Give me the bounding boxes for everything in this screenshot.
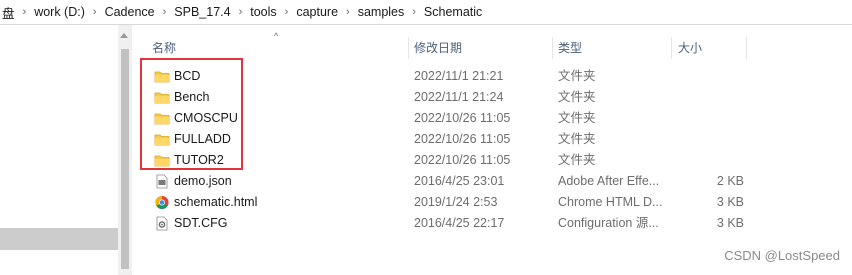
column-divider[interactable] bbox=[746, 37, 747, 59]
file-name: BCD bbox=[174, 69, 201, 83]
breadcrumb-work-drive[interactable]: work (D:) bbox=[30, 5, 89, 19]
file-type: 文件夹 bbox=[558, 153, 596, 167]
file-name: CMOSCPU bbox=[174, 111, 238, 125]
file-list: ^ 名称 修改日期 类型 大小 BCD 2022/11/1 21:21 文件夹 … bbox=[140, 25, 852, 275]
file-name: schematic.html bbox=[174, 195, 258, 209]
file-type: 文件夹 bbox=[558, 90, 596, 104]
breadcrumb-separator-icon[interactable]: › bbox=[89, 6, 101, 18]
file-size: 2 KB bbox=[716, 174, 744, 188]
column-divider[interactable] bbox=[552, 37, 553, 59]
file-date: 2016/4/25 23:01 bbox=[414, 174, 505, 188]
file-type: Adobe After Effe... bbox=[558, 174, 660, 188]
navigation-pane[interactable] bbox=[0, 25, 118, 275]
file-date: 2022/10/26 11:05 bbox=[414, 153, 511, 167]
breadcrumb-separator-icon[interactable]: › bbox=[159, 6, 171, 18]
file-name: demo.json bbox=[174, 174, 232, 188]
address-bar[interactable]: 盘 › work (D:) › Cadence › SPB_17.4 › too… bbox=[0, 0, 852, 25]
file-date: 2016/4/25 22:17 bbox=[414, 216, 505, 230]
file-type: 文件夹 bbox=[558, 69, 596, 83]
file-name: SDT.CFG bbox=[174, 216, 228, 230]
file-name: Bench bbox=[174, 90, 210, 104]
file-row-cmoscpu[interactable]: CMOSCPU 2022/10/26 11:05 文件夹 bbox=[140, 108, 852, 129]
file-row-demo-json[interactable]: demo.json 2016/4/25 23:01 Adobe After Ef… bbox=[140, 171, 852, 192]
breadcrumb-samples[interactable]: samples bbox=[354, 5, 409, 19]
breadcrumb-separator-icon[interactable]: › bbox=[235, 6, 247, 18]
file-size: 3 KB bbox=[716, 195, 744, 209]
breadcrumb-separator-icon[interactable]: › bbox=[281, 6, 293, 18]
folder-icon bbox=[154, 90, 170, 105]
scrollbar-thumb[interactable] bbox=[121, 49, 129, 269]
file-row-tutor2[interactable]: TUTOR2 2022/10/26 11:05 文件夹 bbox=[140, 150, 852, 171]
folder-icon bbox=[154, 69, 170, 84]
breadcrumb-spb[interactable]: SPB_17.4 bbox=[170, 5, 234, 19]
breadcrumb-separator-icon[interactable]: › bbox=[19, 6, 31, 18]
column-divider[interactable] bbox=[671, 37, 672, 59]
watermark-text: CSDN @LostSpeed bbox=[724, 248, 840, 263]
file-date: 2022/10/26 11:05 bbox=[414, 111, 511, 125]
column-header-size[interactable]: 大小 bbox=[678, 37, 702, 59]
config-file-icon bbox=[154, 216, 170, 231]
folder-icon bbox=[154, 111, 170, 126]
file-row-fulladd[interactable]: FULLADD 2022/10/26 11:05 文件夹 bbox=[140, 129, 852, 150]
breadcrumb-separator-icon[interactable]: › bbox=[342, 6, 354, 18]
file-type: Chrome HTML D... bbox=[558, 195, 663, 209]
scroll-up-arrow-icon[interactable] bbox=[120, 33, 128, 38]
json-file-icon bbox=[154, 174, 170, 189]
chrome-icon bbox=[154, 195, 170, 210]
breadcrumb-schematic[interactable]: Schematic bbox=[420, 5, 486, 19]
nav-selected-item[interactable] bbox=[0, 228, 118, 250]
file-date: 2019/1/24 2:53 bbox=[414, 195, 498, 209]
column-header-type[interactable]: 类型 bbox=[558, 37, 582, 59]
file-row-bench[interactable]: Bench 2022/11/1 21:24 文件夹 bbox=[140, 87, 852, 108]
file-date: 2022/11/1 21:24 bbox=[414, 90, 504, 104]
column-divider[interactable] bbox=[408, 37, 409, 59]
breadcrumb-capture[interactable]: capture bbox=[292, 5, 342, 19]
folder-icon bbox=[154, 132, 170, 147]
breadcrumb-tools[interactable]: tools bbox=[246, 5, 280, 19]
breadcrumb-drive-fragment[interactable]: 盘 bbox=[0, 3, 19, 22]
breadcrumb-cadence[interactable]: Cadence bbox=[101, 5, 159, 19]
sort-ascending-icon: ^ bbox=[274, 31, 279, 41]
file-name: TUTOR2 bbox=[174, 153, 224, 167]
column-header-date[interactable]: 修改日期 bbox=[414, 37, 462, 59]
file-name: FULLADD bbox=[174, 132, 231, 146]
file-row-schematic-html[interactable]: schematic.html 2019/1/24 2:53 Chrome HTM… bbox=[140, 192, 852, 213]
folder-icon bbox=[154, 153, 170, 168]
navigation-scrollbar[interactable] bbox=[118, 25, 132, 275]
file-row-sdt-cfg[interactable]: SDT.CFG 2016/4/25 22:17 Configuration 源.… bbox=[140, 213, 852, 234]
file-size: 3 KB bbox=[716, 216, 744, 230]
file-type: 文件夹 bbox=[558, 111, 596, 125]
breadcrumb-separator-icon[interactable]: › bbox=[408, 6, 420, 18]
file-type: 文件夹 bbox=[558, 132, 596, 146]
file-row-bcd[interactable]: BCD 2022/11/1 21:21 文件夹 bbox=[140, 66, 852, 87]
column-header-name[interactable]: 名称 bbox=[152, 37, 176, 59]
file-type: Configuration 源... bbox=[558, 216, 659, 230]
file-date: 2022/11/1 21:21 bbox=[414, 69, 504, 83]
file-date: 2022/10/26 11:05 bbox=[414, 132, 511, 146]
